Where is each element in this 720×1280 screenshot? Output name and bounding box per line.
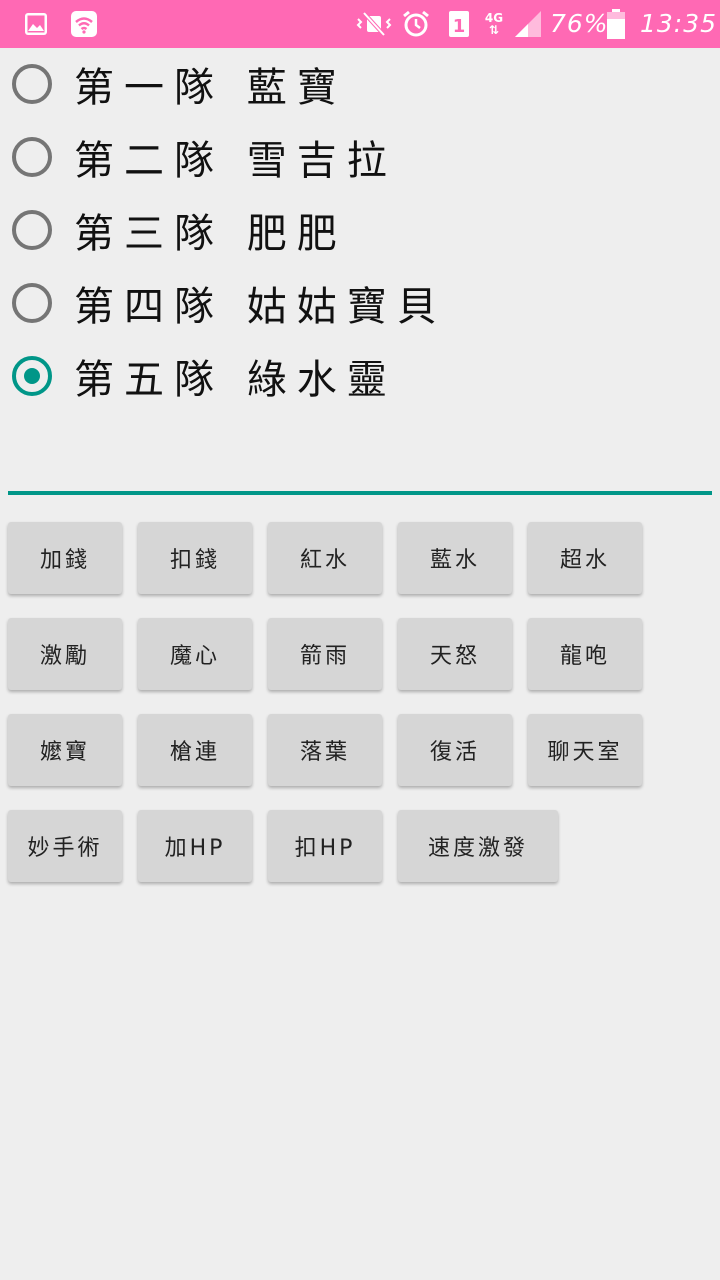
dragon-roar-button[interactable]: 龍咆 [528, 618, 642, 690]
clock-time: 13:35 [640, 9, 718, 38]
sim-icon: 1 [446, 8, 472, 40]
wifi-icon [68, 8, 100, 40]
deduct-hp-button[interactable]: 扣HP [268, 810, 382, 882]
radio-button[interactable] [12, 64, 52, 104]
vibrate-icon [354, 8, 394, 40]
radio-label: 第四隊 姑姑寶貝 [74, 284, 447, 330]
text-input-underline [8, 491, 712, 495]
radio-button[interactable] [12, 137, 52, 177]
speed-boost-button[interactable]: 速度激發 [398, 810, 558, 882]
radio-team-2[interactable]: 第二隊 雪吉拉 [0, 121, 720, 193]
gun-combo-button[interactable]: 槍連 [138, 714, 252, 786]
radio-button[interactable] [12, 283, 52, 323]
radio-label: 第三隊 肥肥 [74, 211, 347, 257]
battery-icon [603, 8, 629, 40]
inspire-button[interactable]: 激勵 [8, 618, 122, 690]
super-potion-button[interactable]: 超水 [528, 522, 642, 594]
grandma-treasure-button[interactable]: 嬤寶 [8, 714, 122, 786]
sim-slot-number: 1 [453, 16, 466, 37]
battery-percent: 76% [550, 9, 609, 38]
skillful-hand-button[interactable]: 妙手術 [8, 810, 122, 882]
radio-team-5[interactable]: 第五隊 綠水靈 [0, 340, 720, 412]
red-potion-button[interactable]: 紅水 [268, 522, 382, 594]
network-4g-icon: 4G ⇅ [484, 11, 504, 37]
add-hp-button[interactable]: 加HP [138, 810, 252, 882]
radio-team-4[interactable]: 第四隊 姑姑寶貝 [0, 267, 720, 339]
radio-button-checked[interactable] [12, 356, 52, 396]
falling-leaves-button[interactable]: 落葉 [268, 714, 382, 786]
gallery-icon [20, 8, 52, 40]
blue-potion-button[interactable]: 藍水 [398, 522, 512, 594]
deduct-money-button[interactable]: 扣錢 [138, 522, 252, 594]
add-money-button[interactable]: 加錢 [8, 522, 122, 594]
heaven-wrath-button[interactable]: 天怒 [398, 618, 512, 690]
radio-team-1[interactable]: 第一隊 藍寶 [0, 48, 720, 120]
text-input[interactable] [8, 440, 712, 495]
radio-button[interactable] [12, 210, 52, 250]
arrow-rain-button[interactable]: 箭雨 [268, 618, 382, 690]
radio-team-3[interactable]: 第三隊 肥肥 [0, 194, 720, 266]
alarm-icon [400, 8, 432, 40]
radio-label: 第一隊 藍寶 [74, 65, 347, 111]
radio-label: 第五隊 綠水靈 [74, 357, 397, 403]
magic-heart-button[interactable]: 魔心 [138, 618, 252, 690]
radio-label: 第二隊 雪吉拉 [74, 138, 397, 184]
status-bar: 1 4G ⇅ 76% 13:35 [0, 0, 720, 48]
revive-button[interactable]: 復活 [398, 714, 512, 786]
chat-room-button[interactable]: 聊天室 [528, 714, 642, 786]
radio-checked-dot [24, 368, 40, 384]
signal-icon [512, 8, 544, 40]
